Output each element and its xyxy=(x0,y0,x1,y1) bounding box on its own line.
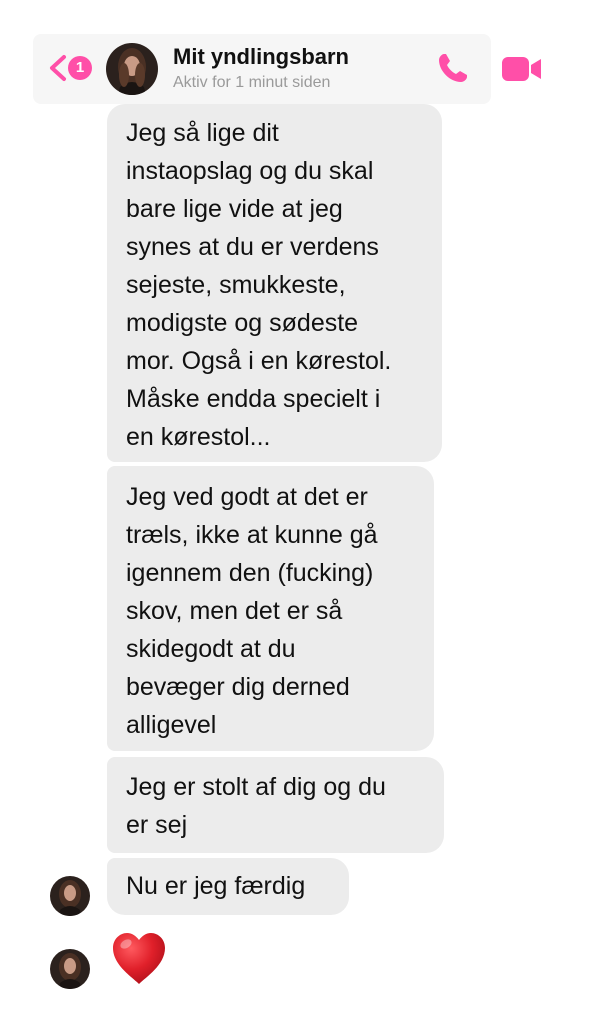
conversation-header: 1 Mit yndlingsbarn Aktiv for 1 minut sid… xyxy=(33,34,541,104)
chevron-left-icon xyxy=(50,55,66,81)
video-call-button[interactable] xyxy=(500,54,544,84)
message-bubble[interactable]: Jeg så lige dit instaopslag og du skal b… xyxy=(107,104,442,462)
back-button[interactable]: 1 xyxy=(47,52,97,84)
unread-count-badge: 1 xyxy=(68,56,92,80)
sender-avatar[interactable] xyxy=(50,876,90,916)
message-bubble[interactable]: Jeg er stolt af dig og du er sej xyxy=(107,757,444,853)
contact-name: Mit yndlingsbarn xyxy=(173,44,349,69)
contact-avatar[interactable] xyxy=(106,43,158,95)
video-camera-icon xyxy=(502,57,541,81)
red-heart-icon[interactable] xyxy=(110,930,168,986)
message-bubble[interactable]: Jeg ved godt at det er træls, ikke at ku… xyxy=(107,466,434,751)
active-status: Aktiv for 1 minut siden xyxy=(173,74,331,91)
sender-avatar[interactable] xyxy=(50,949,90,989)
audio-call-button[interactable] xyxy=(435,50,471,86)
phone-icon xyxy=(439,54,467,82)
message-bubble[interactable]: Nu er jeg færdig xyxy=(107,858,349,915)
